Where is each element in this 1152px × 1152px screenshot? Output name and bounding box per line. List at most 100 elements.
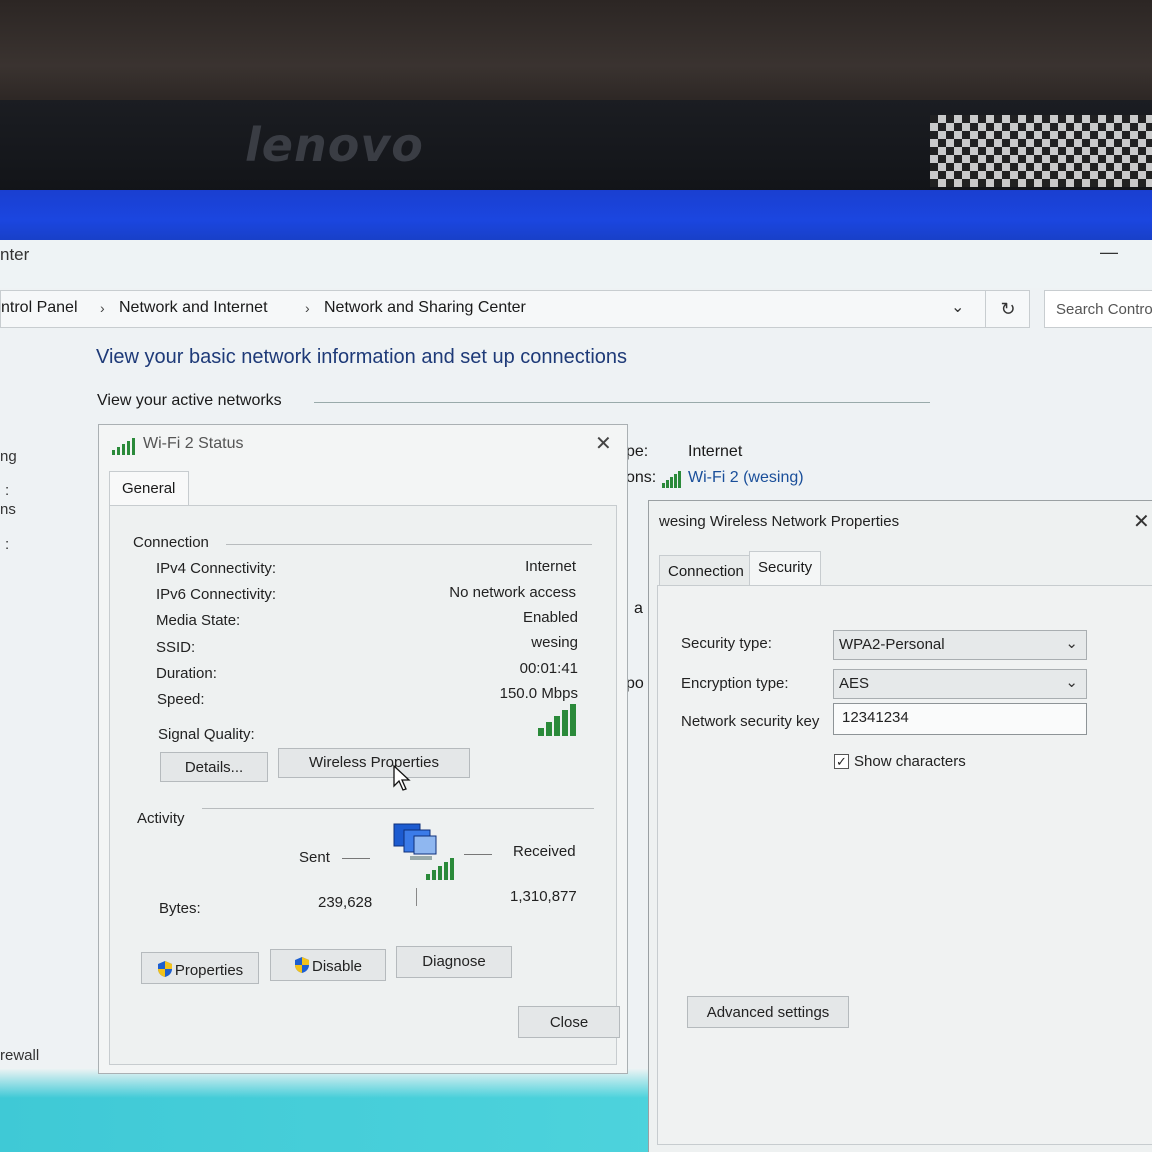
signal-bar — [554, 716, 560, 736]
access-type-label: pe: — [626, 443, 649, 460]
tab-connection[interactable]: Connection — [659, 555, 753, 585]
diagnose-button[interactable]: Diagnose — [396, 946, 512, 978]
window-titlebar: nter — — [0, 240, 1152, 288]
shield-icon — [294, 957, 309, 973]
wifi-signal-icon — [662, 471, 681, 488]
speed-value: 150.0 Mbps — [499, 685, 578, 702]
tab-security[interactable]: Security — [749, 551, 822, 585]
sidebar-item-firewall[interactable]: rewall — [0, 1047, 39, 1064]
close-icon[interactable]: ✕ — [1133, 509, 1150, 534]
encryption-type-value: AES — [839, 675, 870, 692]
close-button[interactable]: Close — [518, 1006, 620, 1038]
brand-logo: lenovo — [245, 118, 424, 172]
divider — [314, 402, 930, 403]
media-state-label: Media State: — [156, 612, 241, 629]
screen: nter — ntrol Panel › Network and Interne… — [0, 190, 1152, 1152]
signal-bar — [562, 710, 568, 736]
signal-quality-label: Signal Quality: — [158, 726, 255, 743]
connection-link[interactable]: Wi-Fi 2 (wesing) — [688, 469, 804, 487]
show-characters-label: Show characters — [854, 753, 966, 770]
text-fragment: a — [634, 600, 643, 617]
breadcrumb-network-internet[interactable]: Network and Internet — [119, 299, 268, 317]
disable-label: Disable — [311, 958, 363, 975]
dialog-title: Wi-Fi 2 Status — [143, 435, 244, 452]
tab-general[interactable]: General — [109, 471, 189, 505]
bytes-sent-value: 239,628 — [318, 894, 373, 911]
security-panel: Security type: WPA2-Personal ⌄ Encryptio… — [657, 585, 1152, 1145]
security-type-value: WPA2-Personal — [839, 636, 945, 653]
properties-button[interactable]: Properties — [141, 952, 259, 984]
dialog-title: wesing Wireless Network Properties — [659, 513, 900, 530]
wireless-properties-dialog: wesing Wireless Network Properties ✕ Con… — [648, 500, 1152, 1152]
ipv4-label: IPv4 Connectivity: — [156, 560, 277, 577]
connections-label: ons: — [626, 469, 657, 486]
ipv6-value: No network access — [449, 584, 576, 601]
sent-line — [342, 858, 370, 859]
speed-label: Speed: — [157, 691, 205, 708]
bytes-received-value: 1,310,877 — [510, 888, 577, 905]
ipv6-label: IPv6 Connectivity: — [156, 586, 277, 603]
chevron-down-icon[interactable]: ⌄ — [951, 297, 964, 317]
security-key-label: Network security key — [681, 713, 820, 730]
bytes-label: Bytes: — [159, 900, 201, 917]
shield-icon — [157, 961, 172, 977]
sidebar-fragment[interactable]: ng — [0, 448, 17, 465]
signal-bar — [546, 722, 552, 736]
security-key-input[interactable]: 12341234 — [833, 703, 1087, 735]
dither-pattern — [930, 115, 1152, 187]
encryption-type-select[interactable]: AES ⌄ — [833, 669, 1087, 699]
sent-label: Sent — [299, 849, 330, 866]
signal-quality-icon — [538, 704, 576, 736]
wall-background — [0, 0, 1152, 110]
divider — [202, 808, 594, 809]
disable-button[interactable]: Disable — [270, 949, 386, 981]
active-networks-label: View your active networks — [97, 392, 282, 409]
divider — [416, 888, 417, 906]
general-panel: Connection IPv4 Connectivity: Internet I… — [109, 505, 620, 1065]
received-label: Received — [513, 843, 576, 860]
taskbar-strip — [0, 190, 1152, 240]
show-characters-checkbox[interactable]: ✓ — [834, 754, 849, 769]
chevron-down-icon: ⌄ — [1065, 674, 1078, 691]
search-input[interactable]: Search Contro — [1044, 290, 1152, 328]
breadcrumb-control-panel[interactable]: ntrol Panel — [1, 299, 78, 317]
ssid-value: wesing — [531, 634, 578, 651]
close-icon[interactable]: ✕ — [595, 431, 612, 456]
sidebar-fragment: : — [5, 536, 10, 553]
properties-label: Properties — [174, 962, 244, 979]
ipv4-value: Internet — [525, 558, 576, 575]
mouse-cursor-icon — [393, 764, 411, 791]
security-type-label: Security type: — [681, 635, 772, 652]
wifi-status-dialog: Wi-Fi 2 Status ✕ General Connection IPv4… — [98, 424, 628, 1074]
security-type-select[interactable]: WPA2-Personal ⌄ — [833, 630, 1087, 660]
breadcrumb-sharing-center[interactable]: Network and Sharing Center — [324, 299, 526, 317]
window-title: nter — [0, 245, 30, 264]
activity-group-label: Activity — [137, 810, 185, 827]
wireless-properties-button[interactable]: Wireless Properties — [278, 748, 470, 778]
wifi-signal-icon — [112, 438, 135, 455]
details-button[interactable]: Details... — [160, 752, 268, 782]
sidebar-fragment: : — [5, 482, 10, 499]
ssid-label: SSID: — [156, 639, 196, 656]
divider — [226, 544, 592, 545]
page-title: View your basic network information and … — [96, 346, 628, 368]
text-fragment: po — [626, 675, 644, 692]
minimize-button[interactable]: — — [1100, 242, 1118, 263]
breadcrumb-separator: › — [100, 300, 105, 316]
connection-group-label: Connection — [133, 534, 209, 551]
access-type-value: Internet — [688, 443, 743, 460]
advanced-settings-button[interactable]: Advanced settings — [687, 996, 849, 1028]
encryption-type-label: Encryption type: — [681, 675, 789, 692]
signal-bar — [570, 704, 576, 736]
signal-bar — [538, 728, 544, 736]
duration-label: Duration: — [156, 665, 217, 682]
sidebar-fragment[interactable]: ns — [0, 501, 16, 518]
chevron-down-icon: ⌄ — [1065, 635, 1078, 652]
received-line — [464, 854, 492, 855]
media-state-value: Enabled — [522, 609, 578, 626]
duration-value: 00:01:41 — [519, 660, 578, 677]
network-computers-icon — [393, 823, 454, 880]
refresh-icon[interactable]: ↻ — [985, 291, 1030, 327]
breadcrumb-separator: › — [305, 300, 310, 316]
address-bar[interactable]: ntrol Panel › Network and Internet › Net… — [0, 290, 1030, 328]
